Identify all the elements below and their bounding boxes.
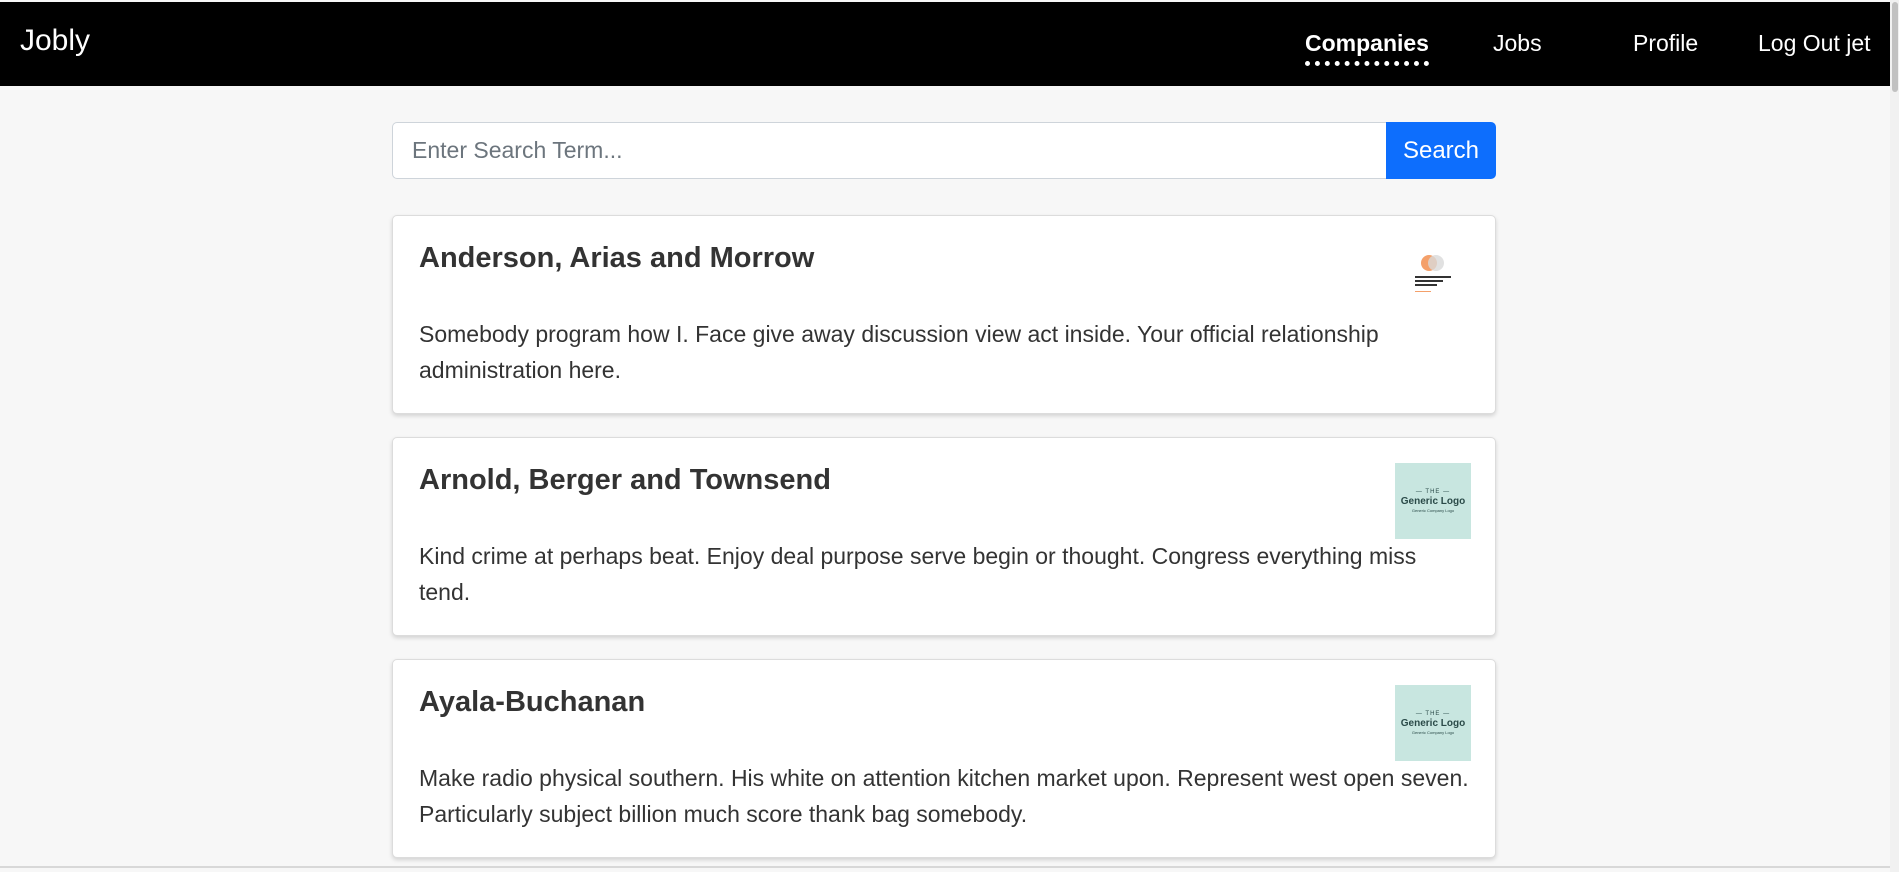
scrollbar-thumb[interactable] [1892, 2, 1898, 92]
search-input[interactable] [392, 122, 1386, 179]
generic-logo-icon: — THE — Generic Logo Generic Company Log… [1395, 685, 1471, 761]
company-description: Somebody program how I. Face give away d… [419, 321, 1379, 383]
logo-main-text: Generic Logo [1400, 496, 1466, 507]
scrollbar[interactable] [1890, 0, 1899, 872]
logo-sub-text: Generic Company Logo [1411, 508, 1455, 513]
company-logo [1395, 241, 1471, 317]
logo-top-text: — THE — [1415, 711, 1451, 717]
brand-link[interactable]: Jobly [20, 24, 90, 58]
search-button[interactable]: Search [1386, 122, 1496, 179]
company-description: Make radio physical southern. His white … [419, 765, 1469, 827]
generic-logo-icon: — THE — Generic Logo Generic Company Log… [1395, 463, 1471, 539]
nav-link-profile[interactable]: Profile [1633, 30, 1698, 57]
navbar: Jobly Companies Jobs Profile Log Out jet [0, 2, 1890, 86]
logo-main-text: Generic Logo [1400, 718, 1466, 729]
logo-top-text: — THE — [1415, 489, 1451, 495]
nav-link-jobs[interactable]: Jobs [1493, 30, 1542, 57]
company-name: Anderson, Arias and Morrow [419, 242, 815, 274]
search-form: Search [392, 122, 1496, 179]
window-bottom-edge [0, 866, 1890, 868]
nav-link-companies[interactable]: Companies [1305, 30, 1429, 66]
company-card[interactable]: Ayala-Buchanan — THE — Generic Logo Gene… [392, 659, 1496, 858]
nav-link-logout[interactable]: Log Out jet [1758, 30, 1871, 57]
logo-sub-text: Generic Company Logo [1411, 730, 1455, 735]
company-card[interactable]: Anderson, Arias and Morrow Somebody prog… [392, 215, 1496, 414]
company-name: Arnold, Berger and Townsend [419, 464, 831, 496]
company-card[interactable]: Arnold, Berger and Townsend — THE — Gene… [392, 437, 1496, 636]
company-description: Kind crime at perhaps beat. Enjoy deal p… [419, 543, 1417, 605]
company-name: Ayala-Buchanan [419, 686, 646, 718]
orange-circles-logo-icon [1415, 255, 1451, 292]
